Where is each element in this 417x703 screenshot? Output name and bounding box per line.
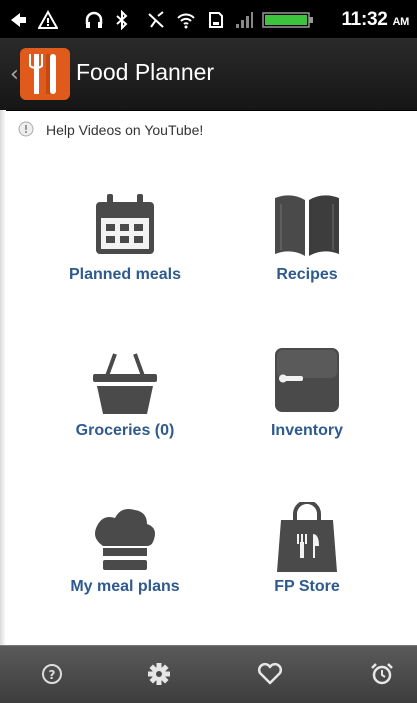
alarm-icon[interactable]	[368, 660, 396, 688]
bottom-navigation-bar: ?	[0, 645, 417, 703]
help-videos-link[interactable]: Help Videos on YouTube!	[0, 118, 417, 144]
help-videos-text: Help Videos on YouTube!	[46, 122, 204, 138]
bluetooth-icon	[116, 10, 128, 30]
cell-signal-icon	[236, 12, 253, 28]
planned-meals-button[interactable]: Planned meals	[25, 170, 225, 320]
heart-icon[interactable]	[256, 660, 284, 688]
status-time: 11:32 AM	[341, 9, 409, 31]
app-logo-icon[interactable]	[20, 48, 70, 100]
wifi-icon	[177, 13, 195, 29]
help-icon[interactable]: ?	[38, 660, 66, 688]
store-bag-icon	[277, 502, 337, 572]
my-meal-plans-button[interactable]: My meal plans	[25, 482, 225, 632]
book-icon	[275, 195, 339, 256]
main-menu-grid: Planned meals Recipes Groceries (0) Inve…	[0, 150, 417, 640]
calendar-icon	[96, 194, 154, 254]
headset-icon	[85, 11, 103, 28]
back-caret-icon[interactable]: ‹	[10, 62, 19, 87]
planned-meals-label: Planned meals	[68, 266, 182, 283]
app-title: Food Planner	[76, 59, 215, 85]
fp-store-label: FP Store	[274, 578, 340, 595]
basket-icon	[93, 353, 157, 414]
groceries-button[interactable]: Groceries (0)	[25, 326, 225, 476]
svg-text:?: ?	[49, 668, 56, 682]
info-icon	[18, 121, 34, 137]
status-bar: 11:32 AM	[0, 0, 417, 38]
inventory-label: Inventory	[270, 422, 343, 439]
chef-hat-icon	[95, 509, 155, 570]
warning-icon	[38, 10, 58, 29]
status-time-value: 11:32	[341, 9, 388, 30]
recipes-button[interactable]: Recipes	[207, 170, 407, 320]
groceries-label: Groceries (0)	[75, 422, 175, 439]
fp-store-button[interactable]: FP Store	[207, 482, 407, 632]
battery-icon	[262, 12, 313, 28]
back-arrow-status-icon	[11, 13, 26, 27]
cabinet-icon	[275, 348, 339, 412]
sd-card-icon	[209, 12, 223, 28]
inventory-button[interactable]: Inventory	[207, 326, 407, 476]
title-bar: ‹ Food Planner	[0, 38, 417, 111]
settings-icon[interactable]	[145, 660, 173, 688]
status-time-ampm: AM	[392, 16, 409, 28]
my-meal-plans-label: My meal plans	[70, 578, 180, 595]
signal-off-icon	[148, 11, 164, 28]
recipes-label: Recipes	[276, 266, 338, 283]
